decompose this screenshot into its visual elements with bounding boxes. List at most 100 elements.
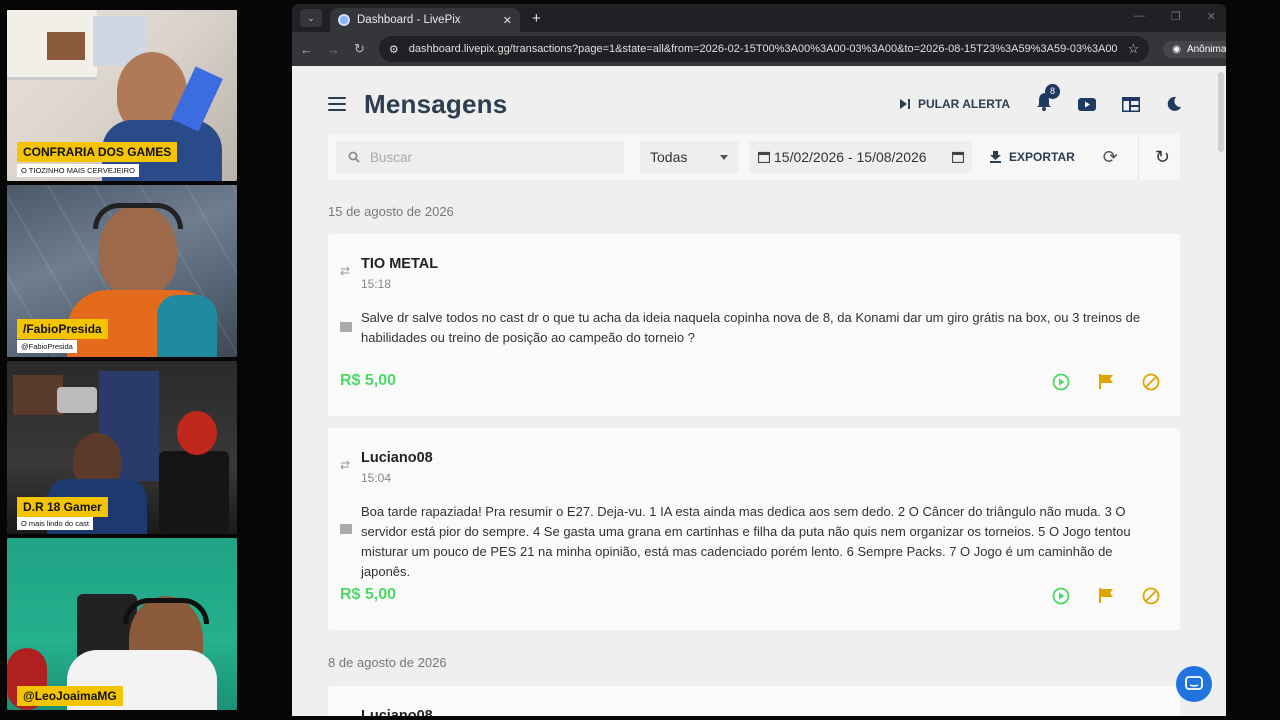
site-info-icon[interactable]: ⚙: [389, 43, 399, 56]
webcam-fabio: /FabioPresida @FabioPresida: [7, 185, 237, 357]
report-button[interactable]: [1096, 372, 1115, 391]
message-text: Boa tarde rapaziada! Pra resumir o E27. …: [361, 504, 1131, 579]
block-button[interactable]: [1141, 372, 1160, 391]
message-icon: [340, 524, 352, 534]
block-button[interactable]: [1141, 586, 1160, 605]
block-icon: [1142, 587, 1159, 604]
download-icon: [990, 151, 1001, 163]
refresh-icon[interactable]: ↻: [1155, 147, 1170, 168]
browser-toolbar: ← → ↻ ⚙ dashboard.livepix.gg/transaction…: [292, 32, 1226, 66]
cam-sub-tag: O mais lindo do cast: [17, 517, 93, 530]
notification-count-badge: 8: [1045, 83, 1060, 99]
status-filter-select[interactable]: Todas: [640, 141, 738, 173]
message-text: Salve dr salve todos no cast dr o que tu…: [361, 310, 1141, 345]
skip-alert-button[interactable]: PULAR ALERTA: [900, 97, 1010, 111]
chat-support-button[interactable]: [1176, 666, 1212, 702]
transfer-icon: ⇄: [340, 458, 351, 472]
report-button[interactable]: [1096, 586, 1115, 605]
cam-sub-tag: O TIOZINHO MAIS CERVEJEIRO: [17, 164, 139, 177]
export-label: EXPORTAR: [1009, 150, 1075, 164]
sync-icon[interactable]: ⟳: [1103, 147, 1118, 168]
date-group-header: 15 de agosto de 2026: [328, 204, 454, 219]
filter-bar: Todas 15/02/2026 - 15/08/2026 EXPORTAR ⟳…: [328, 134, 1180, 180]
message-actions: [1051, 586, 1160, 605]
notifications-button[interactable]: 8: [1036, 83, 1060, 116]
calendar-end-icon: [952, 151, 964, 163]
page-title: Mensagens: [364, 88, 508, 119]
transfer-icon: ⇄: [340, 264, 351, 278]
livepix-dashboard: Mensagens PULAR ALERTA 8 Buscar Todas 15…: [292, 66, 1226, 716]
livepix-favicon-icon: [338, 14, 350, 26]
sender-name: Luciano08: [361, 708, 433, 716]
date-range-picker[interactable]: 15/02/2026 - 15/08/2026: [750, 141, 972, 173]
active-tab[interactable]: Dashboard - LivePix ✕: [330, 8, 520, 32]
export-button[interactable]: EXPORTAR: [990, 150, 1075, 164]
chevron-down-icon: ⌄: [307, 12, 315, 23]
donation-amount: R$ 5,00: [340, 586, 397, 603]
cam-name-tag: @LeoJoaimaMG: [17, 686, 123, 706]
tab-title: Dashboard - LivePix: [357, 14, 461, 26]
calendar-icon: [758, 151, 770, 163]
youtube-icon[interactable]: [1078, 97, 1096, 111]
app-header: Mensagens PULAR ALERTA 8: [292, 66, 1218, 142]
donation-amount: R$ 5,00: [340, 372, 397, 389]
incognito-badge[interactable]: ◉ Anônima: [1163, 40, 1226, 58]
tab-search-button[interactable]: ⌄: [300, 9, 322, 27]
message-card: ⇄ Luciano08 15:04 Boa tarde rapaziada! P…: [328, 428, 1180, 630]
new-tab-button[interactable]: +: [532, 10, 541, 27]
message-card: ⇄ TIO METAL 15:18 Salve dr salve todos n…: [328, 234, 1180, 416]
close-tab-icon[interactable]: ✕: [503, 14, 512, 27]
hamburger-menu-icon[interactable]: [328, 97, 346, 111]
message-actions: [1051, 372, 1160, 391]
restore-icon[interactable]: ❐: [1171, 10, 1181, 23]
play-circle-icon: [1052, 587, 1069, 604]
dark-mode-moon-icon[interactable]: [1166, 96, 1182, 112]
date-group-header: 8 de agosto de 2026: [328, 655, 447, 670]
flag-icon: [1098, 374, 1113, 389]
block-icon: [1142, 373, 1159, 390]
cam-name-tag: /FabioPresida: [17, 319, 108, 339]
search-input[interactable]: [370, 149, 590, 165]
flag-icon: [1098, 588, 1113, 603]
address-bar[interactable]: ⚙ dashboard.livepix.gg/transactions?page…: [378, 36, 1150, 62]
reload-icon[interactable]: ↻: [354, 41, 365, 57]
message-icon: [340, 322, 352, 332]
bookmark-star-icon[interactable]: ☆: [1128, 41, 1140, 57]
filter-divider: [1137, 134, 1139, 180]
page-scrollbar[interactable]: [1218, 72, 1224, 152]
sender-name: TIO METAL: [361, 256, 439, 272]
tab-strip: ⌄ Dashboard - LivePix ✕ + — ❐ ✕: [292, 4, 1226, 32]
forward-icon[interactable]: →: [327, 42, 340, 57]
cam-name-tag: CONFRARIA DOS GAMES: [17, 142, 178, 162]
incognito-label: Anônima: [1186, 43, 1226, 55]
message-time: 15:18: [361, 277, 392, 291]
message-time: 15:04: [361, 471, 392, 485]
cam-sub-tag: @FabioPresida: [17, 340, 77, 353]
chat-bubble-icon: [1185, 676, 1203, 690]
webcam-dr18: D.R 18 Gamer O mais lindo do cast: [7, 361, 237, 534]
cam-name-tag: D.R 18 Gamer: [17, 497, 108, 517]
dropdown-arrow-icon: [720, 154, 728, 160]
browser-window: ⌄ Dashboard - LivePix ✕ + — ❐ ✕ ← → ↻ ⚙ …: [292, 4, 1226, 716]
skip-next-icon: [900, 99, 910, 109]
window-controls: — ❐ ✕: [1134, 10, 1216, 23]
sender-name: Luciano08: [361, 450, 433, 466]
url-text: dashboard.livepix.gg/transactions?page=1…: [408, 43, 1118, 55]
close-window-icon[interactable]: ✕: [1207, 10, 1216, 23]
back-icon[interactable]: ←: [300, 42, 313, 57]
webcam-leo: @LeoJoaimaMG: [7, 538, 237, 710]
incognito-icon: ◉: [1172, 43, 1181, 55]
date-range-value: 15/02/2026 - 15/08/2026: [774, 149, 927, 165]
message-card: Luciano08: [328, 686, 1180, 716]
search-icon: [348, 151, 360, 163]
stream-layout: CONFRARIA DOS GAMES O TIOZINHO MAIS CERV…: [0, 0, 1280, 720]
search-field[interactable]: [336, 141, 624, 173]
minimize-icon[interactable]: —: [1134, 10, 1145, 23]
layout-icon[interactable]: [1122, 96, 1140, 112]
skip-alert-label: PULAR ALERTA: [918, 97, 1010, 111]
status-filter-value: Todas: [650, 149, 688, 165]
replay-alert-button[interactable]: [1051, 372, 1070, 391]
play-circle-icon: [1052, 373, 1069, 390]
replay-alert-button[interactable]: [1051, 586, 1070, 605]
webcam-confraria: CONFRARIA DOS GAMES O TIOZINHO MAIS CERV…: [7, 10, 237, 181]
